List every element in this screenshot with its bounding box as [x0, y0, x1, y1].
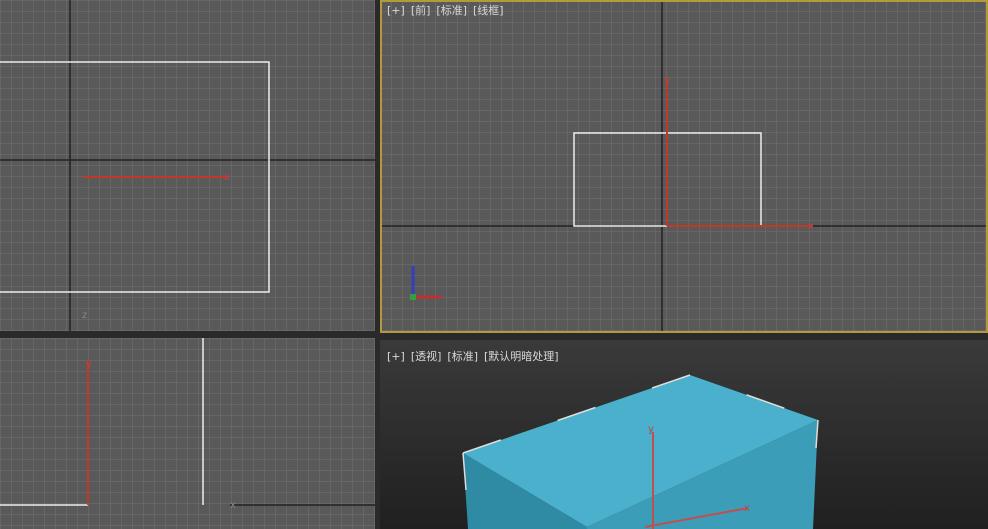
grid [380, 0, 988, 333]
display-mode-menu[interactable]: [默认明暗处理] [484, 350, 559, 363]
axis-x-label: x [230, 500, 236, 511]
axis-x-label: x [808, 221, 814, 232]
axis-x-label: x [744, 503, 750, 514]
grid [0, 338, 375, 529]
viewport-perspective[interactable]: y x [+] [透视] [标准] [默认明暗处理] [380, 340, 988, 529]
shading-standard-menu[interactable]: [标准] [436, 4, 467, 17]
viewport-front[interactable]: y x [+] [前] [标准] [线框] [380, 0, 988, 333]
viewport-label-menu: [+] [透视] [标准] [默认明暗处理] [387, 348, 565, 364]
viewport-plus-menu[interactable]: [+] [387, 350, 405, 363]
axis-x-label: x [224, 172, 230, 183]
viewport-top[interactable]: x z [0, 0, 375, 331]
viewport-plus-menu[interactable]: [+] [387, 4, 405, 17]
view-name-menu[interactable]: [前] [411, 4, 431, 17]
display-mode-menu[interactable]: [线框] [473, 4, 504, 17]
grid [0, 0, 375, 331]
axis-y-label: y [86, 359, 92, 370]
view-name-menu[interactable]: [透视] [411, 350, 442, 363]
axis-y-label: y [664, 76, 670, 87]
axis-z-label: z [82, 310, 87, 321]
viewport-left[interactable]: y x [0, 338, 375, 529]
axis-y-label: y [648, 424, 654, 435]
viewport-label-menu: [+] [前] [标准] [线框] [387, 2, 510, 18]
shading-standard-menu[interactable]: [标准] [447, 350, 478, 363]
